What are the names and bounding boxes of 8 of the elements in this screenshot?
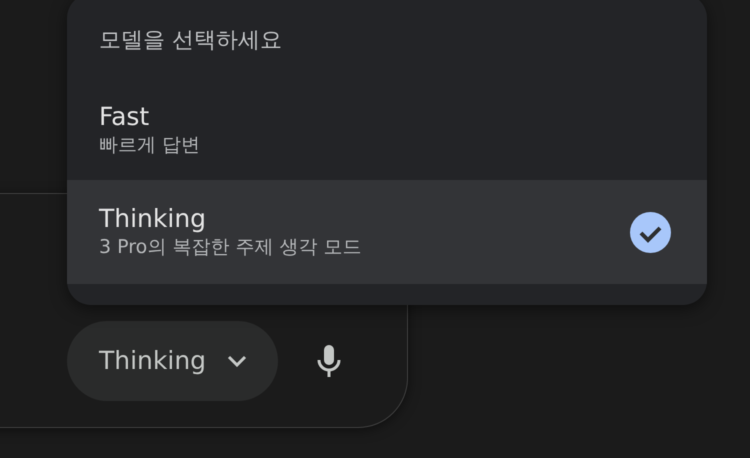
microphone-icon <box>316 345 342 377</box>
menu-title: 모델을 선택하세요 <box>98 27 283 55</box>
chevron-down-icon <box>226 354 248 368</box>
model-option[interactable]: Fast 빠르게 답변 <box>67 81 707 180</box>
microphone-button[interactable] <box>316 345 342 377</box>
model-option[interactable]: Thinking 3 Pro의 복잡한 주제 생각 모드 <box>67 180 707 284</box>
model-select-button[interactable]: Thinking <box>67 321 278 401</box>
check-circle-icon <box>630 212 671 252</box>
